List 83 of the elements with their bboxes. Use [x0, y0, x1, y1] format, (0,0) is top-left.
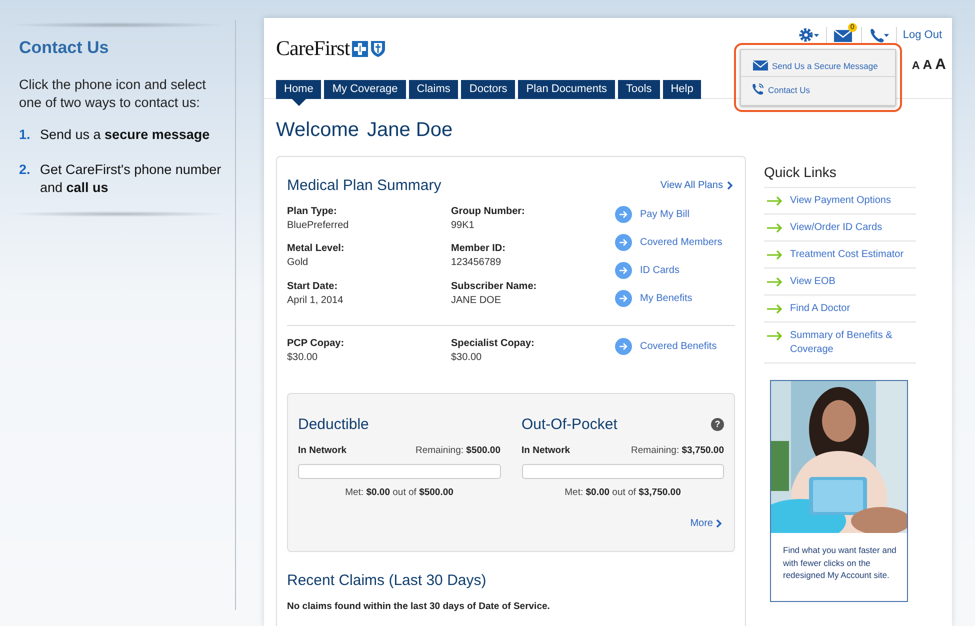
nav-tab[interactable]: Home — [276, 80, 322, 106]
network-label: In Network — [298, 445, 347, 456]
quick-link[interactable]: Summary of Benefits & Coverage — [764, 323, 916, 364]
arrow-icon — [767, 304, 783, 314]
envelope-icon — [753, 60, 768, 71]
phone-button[interactable] — [868, 26, 890, 44]
logo-text: CareFirst — [276, 36, 350, 61]
arrow-icon — [767, 223, 783, 233]
quick-link[interactable]: View EOB — [764, 269, 916, 296]
view-all-plans-link[interactable]: View All Plans — [660, 180, 733, 191]
quick-links-title: Quick Links — [764, 164, 916, 188]
field-label: PCP Copay: — [287, 338, 346, 349]
arrow-icon — [767, 277, 783, 287]
welcome-text: Welcome — [276, 119, 359, 142]
member-name: Jane Doe — [367, 119, 453, 142]
nav-tab[interactable]: Claims — [408, 80, 458, 99]
accumulator-title: Out-Of-Pocket — [522, 416, 618, 433]
chevron-icon — [716, 519, 722, 528]
nav-tab[interactable]: Tools — [618, 80, 660, 99]
chevron-icon — [727, 181, 733, 190]
help-title: Contact Us — [19, 38, 110, 58]
field-value: JANE DOE — [451, 294, 502, 306]
nav-tab[interactable]: My Coverage — [324, 80, 406, 99]
field-label: Member ID: — [451, 243, 506, 254]
nav-tab[interactable]: Help — [662, 80, 702, 99]
field-label: Plan Type: — [287, 206, 338, 217]
quick-link[interactable]: View Payment Options — [764, 188, 916, 215]
plan-link[interactable]: ID Cards — [615, 262, 722, 279]
plan-link[interactable]: Covered Members — [615, 234, 722, 251]
field-value: April 1, 2014 — [287, 294, 344, 306]
arrow-icon — [767, 196, 783, 206]
arrow-circle-icon — [615, 234, 632, 251]
arrow-circle-icon — [615, 262, 632, 279]
nav-tab[interactable]: Plan Documents — [518, 80, 616, 99]
field-label: Subscriber Name: — [451, 280, 538, 292]
nav-tab[interactable]: Doctors — [461, 80, 516, 99]
settings-button[interactable] — [798, 26, 820, 44]
plan-link[interactable]: Pay My Bill — [615, 206, 722, 223]
section-title: Recent Claims (Last 30 Days) — [287, 572, 488, 589]
field-value: 123456789 — [451, 257, 502, 268]
arrow-icon — [767, 250, 783, 260]
font-size-button[interactable]: A — [922, 57, 932, 72]
field-label: Start Date: — [287, 280, 339, 292]
plan-link[interactable]: Covered Benefits — [615, 338, 717, 355]
field-label: Specialist Copay: — [451, 338, 536, 349]
field-value: $30.00 — [287, 352, 319, 363]
help-text: Click the phone icon and select one of two ways to contact us: — [19, 76, 207, 112]
field-label: Metal Level: — [287, 243, 346, 254]
font-size-button[interactable]: A — [935, 56, 946, 73]
network-label: In Network — [522, 445, 570, 456]
arrow-icon — [767, 331, 783, 341]
menu-item[interactable]: Contact Us — [741, 76, 895, 101]
field-value: $30.00 — [451, 352, 483, 363]
remaining-text: Remaining: $3,750.00 — [631, 445, 724, 456]
promo-text: Find what you want faster and with fewer clicks on the redesigned My Account site. — [782, 544, 898, 582]
card-title: Medical Plan Summary — [287, 177, 442, 194]
remaining-text: Remaining: $500.00 — [415, 445, 500, 456]
field-value: Gold — [287, 257, 310, 268]
met-text: Met: $0.00 out of $3,750.00 — [564, 487, 682, 498]
arrow-circle-icon — [615, 206, 632, 223]
logout-link[interactable]: Log Out — [902, 29, 942, 41]
step-text: Get CareFirst's phone number and call us — [40, 161, 222, 197]
step-number: 1. — [19, 126, 32, 144]
arrow-circle-icon — [615, 290, 632, 307]
menu-item[interactable]: Send Us a Secure Message — [741, 54, 895, 76]
quick-link[interactable]: Find A Doctor — [764, 296, 916, 323]
arrow-circle-icon — [615, 338, 632, 355]
quick-link[interactable]: Treatment Cost Estimator — [764, 242, 916, 269]
cross-shield-icon — [352, 40, 386, 58]
more-link[interactable]: More — [690, 518, 722, 529]
field-label: Group Number: — [451, 206, 526, 217]
help-icon[interactable]: ? — [711, 418, 724, 431]
step-text: Send us a secure message — [40, 126, 210, 144]
field-value: 99K1 — [451, 220, 476, 231]
met-text: Met: $0.00 out of $500.00 — [344, 487, 454, 498]
field-value: BluePreferred — [287, 220, 350, 231]
step-number: 2. — [19, 161, 32, 179]
quick-link[interactable]: View/Order ID Cards — [764, 215, 916, 242]
plan-link[interactable]: My Benefits — [615, 290, 722, 307]
font-size-button[interactable]: A — [912, 60, 920, 72]
phone-icon — [751, 83, 764, 96]
claims-message: No claims found within the last 30 days of Date of Service. — [287, 601, 551, 612]
accumulator-title: Deductible — [298, 416, 369, 433]
